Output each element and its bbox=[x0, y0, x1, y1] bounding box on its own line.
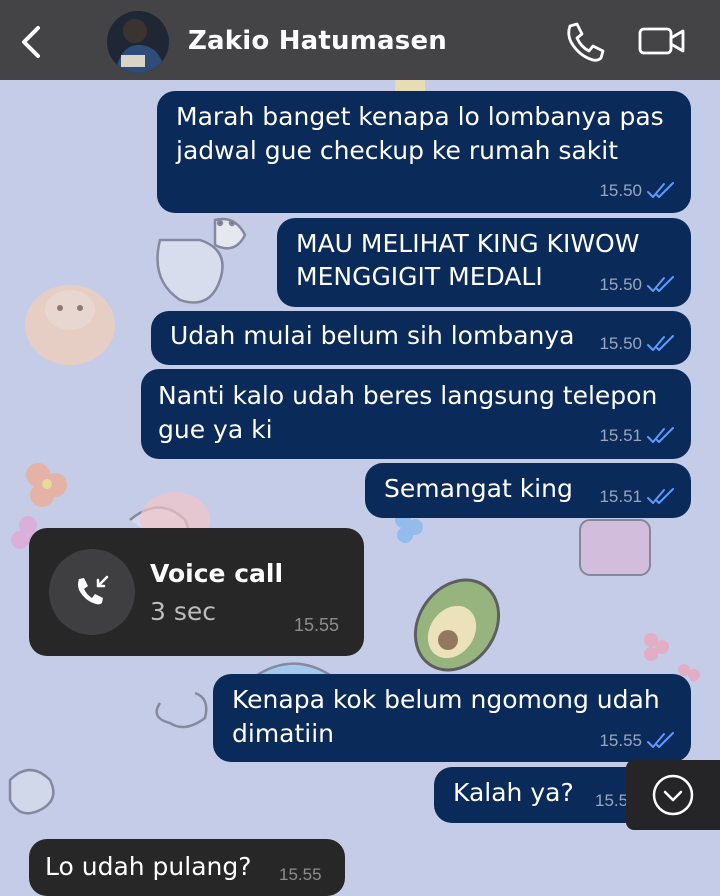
double-check-icon bbox=[647, 335, 674, 351]
message-line: MENGGIGIT MEDALI bbox=[296, 262, 543, 291]
message-meta: 15.5 bbox=[595, 791, 628, 811]
double-check-icon bbox=[647, 276, 674, 292]
scroll-to-bottom-button[interactable] bbox=[626, 760, 720, 830]
call-title: Voice call bbox=[150, 559, 284, 588]
chat-header: Zakio Hatumasen bbox=[0, 0, 720, 80]
chevron-left-icon bbox=[22, 26, 40, 58]
message-time: 15.50 bbox=[599, 334, 642, 353]
double-check-icon bbox=[647, 427, 674, 443]
avatar[interactable] bbox=[107, 11, 169, 73]
message-meta: 15.50 bbox=[599, 181, 676, 201]
video-call-button[interactable] bbox=[637, 18, 687, 64]
double-check-icon bbox=[647, 488, 674, 504]
message-meta: 15.55 bbox=[599, 731, 676, 751]
message-line: Marah banget kenapa lo lombanya pas bbox=[176, 102, 664, 131]
message-line: jadwal gue checkup ke rumah sakit bbox=[176, 136, 618, 165]
outgoing-message[interactable]: Marah banget kenapa lo lombanya pas jadw… bbox=[157, 91, 691, 213]
contact-avatar-image bbox=[107, 11, 169, 73]
message-time: 15.51 bbox=[599, 426, 642, 445]
message-meta: 15.51 bbox=[599, 426, 676, 446]
message-meta: 15.50 bbox=[599, 334, 676, 354]
chevron-down-circle-icon bbox=[652, 774, 694, 816]
message-line: Udah mulai belum sih lombanya bbox=[170, 321, 575, 350]
message-line: Kenapa kok belum ngomong udah bbox=[232, 685, 660, 714]
double-check-icon bbox=[647, 732, 674, 748]
outgoing-message[interactable]: Semangat king 15.51 bbox=[365, 463, 691, 518]
voice-call-message[interactable]: Voice call 3 sec 15.55 bbox=[29, 528, 364, 656]
message-time: 15.55 bbox=[279, 865, 322, 884]
call-duration: 3 sec bbox=[150, 597, 217, 626]
outgoing-message[interactable]: MAU MELIHAT KING KIWOW MENGGIGIT MEDALI … bbox=[277, 218, 691, 307]
message-meta: 15.50 bbox=[599, 275, 676, 295]
outgoing-message[interactable]: Udah mulai belum sih lombanya 15.50 bbox=[151, 311, 691, 365]
message-time: 15.50 bbox=[599, 275, 642, 294]
message-time: 15.55 bbox=[294, 615, 340, 635]
message-time: 15.51 bbox=[599, 487, 642, 506]
incoming-message[interactable]: Lo udah pulang? 15.55 bbox=[29, 839, 345, 896]
message-line: gue ya ki bbox=[158, 415, 273, 444]
message-time: 15.5 bbox=[595, 791, 629, 810]
message-time: 15.55 bbox=[599, 731, 642, 750]
message-line: dimatiin bbox=[232, 719, 335, 748]
message-line: Kalah ya? bbox=[453, 778, 574, 807]
message-line: Nanti kalo udah beres langsung telepon bbox=[158, 381, 658, 410]
double-check-icon bbox=[647, 182, 674, 198]
message-line: Lo udah pulang? bbox=[45, 852, 252, 881]
contact-name[interactable]: Zakio Hatumasen bbox=[188, 26, 447, 56]
message-line: Semangat king bbox=[384, 474, 573, 503]
outgoing-message[interactable]: Nanti kalo udah beres langsung telepon g… bbox=[141, 369, 691, 459]
message-line: MAU MELIHAT KING KIWOW bbox=[296, 229, 640, 258]
voice-call-button[interactable] bbox=[558, 18, 608, 64]
back-button[interactable] bbox=[14, 22, 50, 62]
call-icon-circle bbox=[49, 549, 135, 635]
video-camera-icon bbox=[638, 27, 685, 55]
incoming-call-icon bbox=[78, 575, 109, 605]
message-time: 15.50 bbox=[599, 181, 642, 200]
outgoing-message[interactable]: Kenapa kok belum ngomong udah dimatiin 1… bbox=[213, 674, 691, 762]
message-meta: 15.51 bbox=[599, 487, 676, 507]
phone-icon bbox=[567, 22, 605, 62]
